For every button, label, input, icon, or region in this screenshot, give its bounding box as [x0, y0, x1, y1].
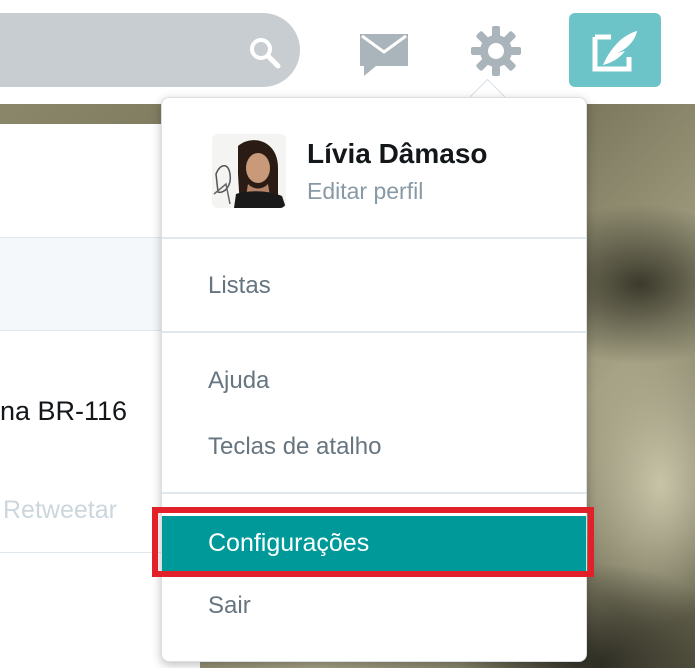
search-icon[interactable]	[248, 36, 282, 70]
menu-divider	[162, 492, 586, 494]
gear-icon[interactable]	[470, 25, 522, 77]
menu-item-logout[interactable]: Sair	[208, 592, 251, 620]
settings-dropdown-menu: Lívia Dâmaso Editar perfil Listas Ajuda …	[161, 97, 587, 662]
menu-divider	[162, 331, 586, 333]
menu-divider	[162, 237, 586, 239]
compose-tweet-icon	[592, 31, 637, 72]
menu-item-settings[interactable]: Configurações	[162, 516, 586, 576]
profile-section[interactable]: Lívia Dâmaso Editar perfil	[162, 98, 586, 236]
menu-item-keyboard-shortcuts[interactable]: Teclas de atalho	[208, 433, 381, 461]
tweet-text: na BR-116	[0, 396, 128, 426]
retweet-button[interactable]: Retweetar	[3, 496, 117, 525]
user-name[interactable]: Lívia Dâmaso	[307, 138, 488, 170]
menu-item-lists[interactable]: Listas	[208, 272, 271, 300]
compose-tweet-button[interactable]	[569, 13, 661, 87]
edit-profile-link[interactable]: Editar perfil	[307, 178, 423, 205]
mail-icon[interactable]	[358, 32, 410, 78]
menu-item-help[interactable]: Ajuda	[208, 367, 269, 395]
top-navigation-bar	[0, 0, 695, 104]
avatar[interactable]	[212, 134, 286, 208]
avatar-image	[212, 134, 286, 208]
menu-item-settings-label: Configurações	[208, 529, 370, 557]
